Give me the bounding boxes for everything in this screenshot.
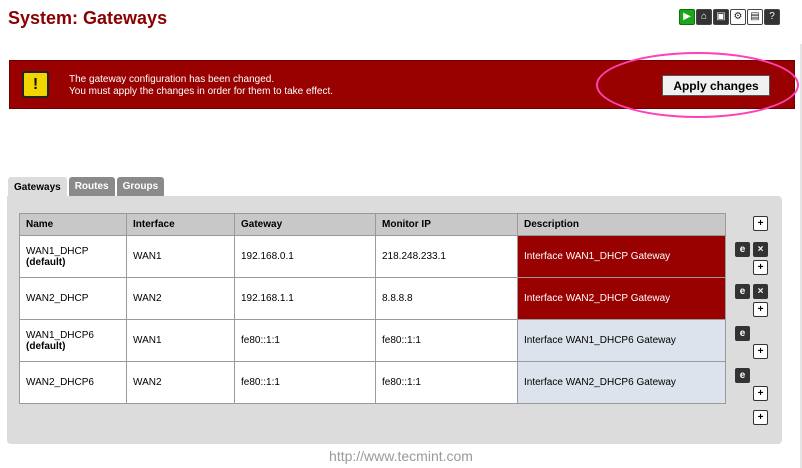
column-header-gateway: Gateway: [234, 213, 376, 236]
page-title: System: Gateways: [8, 8, 168, 28]
cell-description: Interface WAN2_DHCP Gateway: [517, 277, 726, 320]
gateway-name: WAN1_DHCP: [26, 245, 89, 257]
edit-icon[interactable]: e: [735, 326, 750, 341]
cell-name: WAN1_DHCP (default): [19, 235, 127, 278]
add-icon[interactable]: +: [753, 260, 768, 275]
delete-icon[interactable]: ×: [753, 284, 768, 299]
add-icon[interactable]: +: [753, 302, 768, 317]
cell-description: Interface WAN1_DHCP6 Gateway: [517, 319, 726, 362]
column-header-interface: Interface: [126, 213, 235, 236]
cell-description: Interface WAN2_DHCP6 Gateway: [517, 361, 726, 404]
cell-name: WAN2_DHCP: [19, 277, 127, 320]
add-icon[interactable]: +: [753, 344, 768, 359]
edit-icon[interactable]: e: [735, 242, 750, 257]
cell-gateway: 192.168.1.1: [234, 277, 376, 320]
cell-interface: WAN2: [126, 361, 235, 404]
table-row[interactable]: WAN2_DHCP6 WAN2 fe80::1:1 fe80::1:1 Inte…: [19, 361, 726, 404]
cell-gateway: 192.168.0.1: [234, 235, 376, 278]
table-row[interactable]: WAN1_DHCP6 (default) WAN1 fe80::1:1 fe80…: [19, 319, 726, 362]
cell-description: Interface WAN1_DHCP Gateway: [517, 235, 726, 278]
cell-name: WAN1_DHCP6 (default): [19, 319, 127, 362]
tab-bar: Gateways Routes Groups: [8, 177, 165, 197]
edit-icon[interactable]: e: [735, 368, 750, 383]
gateway-name: WAN2_DHCP: [26, 293, 89, 304]
cell-interface: WAN1: [126, 235, 235, 278]
gear-icon[interactable]: ⚙: [730, 9, 746, 25]
alert-line-1: The gateway configuration has been chang…: [69, 74, 275, 85]
column-header-description: Description: [517, 213, 726, 236]
table-header-row: Name Interface Gateway Monitor IP Descri…: [19, 213, 726, 236]
add-gateway-icon[interactable]: +: [753, 216, 768, 231]
cell-monitor-ip: fe80::1:1: [375, 319, 518, 362]
table-row[interactable]: WAN1_DHCP (default) WAN1 192.168.0.1 218…: [19, 235, 726, 278]
row-actions: + e × + e × + e + e + +: [735, 213, 775, 433]
cell-monitor-ip: fe80::1:1: [375, 361, 518, 404]
column-header-name: Name: [19, 213, 127, 236]
log-icon[interactable]: ▤: [747, 9, 763, 25]
tab-routes[interactable]: Routes: [68, 177, 115, 196]
home-icon[interactable]: ⌂: [696, 9, 712, 25]
alert-message: The gateway configuration has been chang…: [69, 74, 333, 98]
gateway-name: WAN1_DHCP6: [26, 329, 94, 341]
cell-interface: WAN2: [126, 277, 235, 320]
gateways-table: Name Interface Gateway Monitor IP Descri…: [19, 213, 726, 404]
cell-name: WAN2_DHCP6: [19, 361, 127, 404]
add-gateway-bottom-icon[interactable]: +: [753, 410, 768, 425]
edit-icon[interactable]: e: [735, 284, 750, 299]
alert-line-2: You must apply the changes in order for …: [69, 86, 334, 97]
cell-gateway: fe80::1:1: [234, 319, 376, 362]
cell-monitor-ip: 218.248.233.1: [375, 235, 518, 278]
gateways-panel: Name Interface Gateway Monitor IP Descri…: [7, 196, 782, 444]
tab-gateways[interactable]: Gateways: [8, 177, 67, 197]
warning-icon: !: [22, 71, 49, 98]
table-row[interactable]: WAN2_DHCP WAN2 192.168.1.1 8.8.8.8 Inter…: [19, 277, 726, 320]
watermark: http://www.tecmint.com: [329, 448, 473, 464]
cell-monitor-ip: 8.8.8.8: [375, 277, 518, 320]
apply-changes-button[interactable]: Apply changes: [662, 75, 770, 96]
default-flag: (default): [26, 340, 66, 352]
cell-gateway: fe80::1:1: [234, 361, 376, 404]
play-icon[interactable]: ▶: [679, 9, 695, 25]
default-flag: (default): [26, 256, 66, 268]
column-header-monitor-ip: Monitor IP: [375, 213, 518, 236]
delete-icon[interactable]: ×: [753, 242, 768, 257]
cell-interface: WAN1: [126, 319, 235, 362]
gateway-name: WAN2_DHCP6: [26, 377, 94, 388]
help-icon[interactable]: ?: [764, 9, 780, 25]
apply-changes-alert: ! The gateway configuration has been cha…: [9, 60, 795, 109]
status-icon[interactable]: ▣: [713, 9, 729, 25]
top-toolbar: ▶ ⌂ ▣ ⚙ ▤ ?: [679, 9, 780, 25]
add-icon[interactable]: +: [753, 386, 768, 401]
tab-groups[interactable]: Groups: [116, 177, 165, 196]
